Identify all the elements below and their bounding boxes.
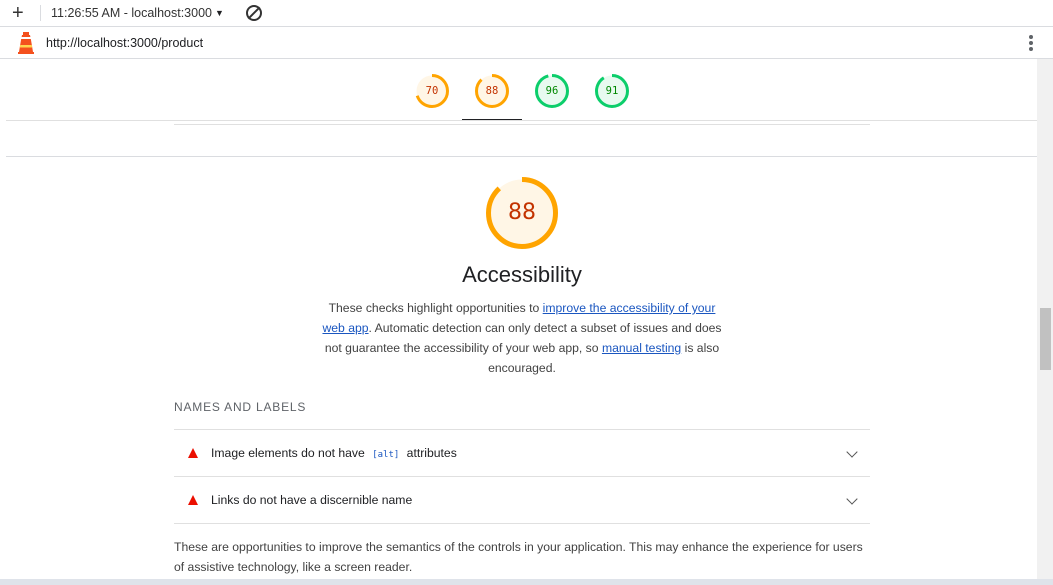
audit-title: Image elements do not have [alt] attribu… [211, 446, 457, 460]
fail-icon [188, 495, 198, 505]
score-gauge-value: 96 [545, 85, 559, 97]
category-description: These checks highlight opportunities to … [317, 298, 727, 378]
report-url-bar: http://localhost:3000/product [0, 27, 1053, 59]
score-gauge-3[interactable]: 91 [595, 74, 629, 108]
window-bottom-edge [0, 579, 1053, 585]
group-description: These are opportunities to improve the s… [174, 540, 863, 574]
scrollbar-thumb[interactable] [1040, 308, 1051, 370]
audit-code: [alt] [372, 450, 400, 460]
category-score: 88 [508, 200, 536, 225]
divider [174, 124, 870, 125]
plus-icon[interactable]: + [12, 3, 32, 23]
audit-image-alt[interactable]: Image elements do not have [alt] attribu… [174, 429, 870, 476]
score-gauge-value: 88 [485, 85, 499, 97]
report-timestamp[interactable]: 11:26:55 AM - localhost:3000 [51, 6, 212, 20]
manual-testing-link[interactable]: manual testing [602, 341, 681, 355]
score-gauge-2[interactable]: 96 [535, 74, 569, 108]
group-title: NAMES AND LABELS [174, 400, 307, 414]
devtools-toolbar: + 11:26:55 AM - localhost:3000 ▼ [0, 0, 1053, 27]
score-gauge-0[interactable]: 70 [415, 74, 449, 108]
toolbar-divider [40, 5, 41, 21]
score-gauges-bar [6, 59, 1037, 121]
audit-title: Links do not have a discernible name [211, 493, 413, 507]
chevron-down-icon[interactable] [846, 493, 858, 505]
chevron-down-icon[interactable]: ▼ [215, 8, 224, 18]
report-url: http://localhost:3000/product [46, 35, 204, 50]
category-title: Accessibility [462, 262, 582, 287]
chevron-down-icon[interactable] [846, 446, 858, 458]
audit-link-name[interactable]: Links do not have a discernible name [174, 476, 870, 523]
lighthouse-icon [17, 31, 35, 54]
desc-text: These checks highlight opportunities to [328, 301, 543, 315]
divider [174, 523, 870, 524]
section-divider [6, 156, 1037, 157]
fail-icon [188, 448, 198, 458]
block-icon[interactable] [245, 5, 262, 21]
score-gauge-1[interactable]: 88 [475, 74, 509, 108]
score-gauge-value: 91 [605, 85, 619, 97]
more-menu-icon[interactable] [1029, 35, 1033, 51]
score-gauge-value: 70 [425, 85, 439, 97]
active-gauge-underline [462, 119, 522, 120]
category-score-gauge: 88 [486, 177, 558, 249]
